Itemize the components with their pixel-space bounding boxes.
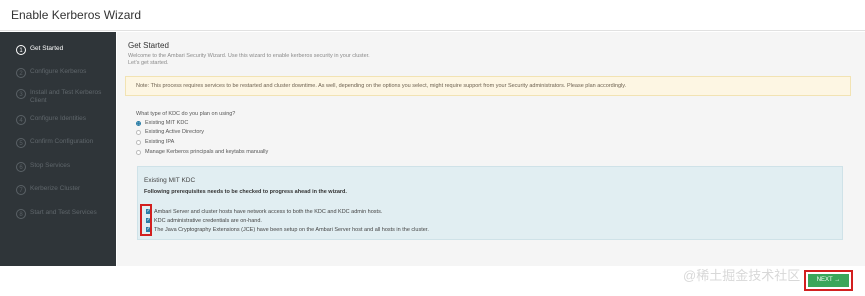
radio-existing-active-directory[interactable]: Existing Active Directory (136, 128, 204, 136)
radio-button[interactable] (136, 149, 141, 155)
step-number: 8 (16, 209, 26, 219)
panel-subtitle: Following prerequisites needs to be chec… (144, 189, 347, 195)
next-button[interactable]: NEXT → (804, 270, 853, 291)
step-label: Install and Test Kerberos Client (30, 89, 102, 104)
watermark-text: @稀土掘金技术社区 (683, 268, 801, 283)
intro-line: Welcome to the Ambari Security Wizard. U… (128, 53, 370, 59)
checkbox-highlight-annotation (140, 204, 152, 236)
wizard-steps-sidebar: 1 Get Started 2 Configure Kerberos 3 Ins… (0, 32, 116, 266)
radio-button[interactable] (136, 139, 141, 145)
step-number: 2 (16, 68, 26, 78)
step-number: 7 (16, 185, 26, 195)
intro-line: Let's get started. (128, 60, 169, 66)
step-number: 1 (16, 45, 26, 55)
step-label: Configure Identities (30, 115, 87, 122)
step-label: Stop Services (30, 162, 71, 169)
radio-label[interactable]: Existing Active Directory (145, 129, 204, 135)
intro-text: Welcome to the Ambari Security Wizard. U… (128, 53, 548, 67)
radio-label[interactable]: Manage Kerberos principals and keytabs m… (145, 149, 268, 155)
radio-button[interactable] (136, 129, 141, 135)
page-title: Get Started (128, 41, 169, 50)
radio-existing-mit-kdc[interactable]: Existing MIT KDC (136, 119, 188, 127)
step-kerberize-cluster[interactable]: 7 Kerberize Cluster (16, 185, 110, 199)
wizard-title: Enable Kerberos Wizard (11, 8, 142, 22)
next-button-label[interactable]: NEXT → (808, 274, 849, 287)
prereq-checkbox-jce[interactable]: ✓ The Java Cryptography Extensions (JCE)… (146, 226, 429, 233)
note-banner: Note: This process requires services to … (125, 76, 851, 96)
note-text: Note: This process requires services to … (136, 83, 627, 89)
step-configure-kerberos[interactable]: 2 Configure Kerberos (16, 68, 110, 82)
wizard-header: Enable Kerberos Wizard (0, 0, 865, 31)
step-start-test-services[interactable]: 8 Start and Test Services (16, 209, 110, 223)
step-number: 3 (16, 89, 26, 99)
checkbox-label: The Java Cryptography Extensions (JCE) h… (154, 226, 429, 233)
step-confirm-configuration[interactable]: 5 Confirm Configuration (16, 138, 110, 152)
step-number: 4 (16, 115, 26, 125)
checkbox-label: Ambari Server and cluster hosts have net… (154, 208, 383, 215)
radio-manage-manually[interactable]: Manage Kerberos principals and keytabs m… (136, 148, 268, 156)
step-get-started[interactable]: 1 Get Started (16, 45, 110, 59)
prerequisites-panel: Existing MIT KDC Following prerequisites… (137, 166, 843, 240)
prereq-checkbox-credentials[interactable]: ✓ KDC administrative credentials are on-… (146, 217, 262, 224)
step-label: Confirm Configuration (30, 138, 94, 145)
radio-existing-ipa[interactable]: Existing IPA (136, 138, 174, 146)
step-number: 5 (16, 138, 26, 148)
step-label: Get Started (30, 45, 64, 52)
prereq-checkbox-network[interactable]: ✓ Ambari Server and cluster hosts have n… (146, 208, 382, 215)
radio-button[interactable] (136, 120, 141, 126)
step-configure-identities[interactable]: 4 Configure Identities (16, 115, 110, 129)
radio-label[interactable]: Existing IPA (145, 139, 174, 145)
step-install-test-client[interactable]: 3 Install and Test Kerberos Client (16, 89, 110, 104)
panel-title: Existing MIT KDC (144, 177, 196, 184)
radio-label[interactable]: Existing MIT KDC (145, 120, 188, 126)
step-label: Start and Test Services (30, 209, 97, 216)
step-number: 6 (16, 162, 26, 172)
step-label: Kerberize Cluster (30, 185, 81, 192)
kdc-question: What type of KDC do you plan on using? (136, 111, 236, 117)
wizard-content: Get Started Welcome to the Ambari Securi… (117, 32, 865, 266)
checkbox-label: KDC administrative credentials are on-ha… (154, 217, 262, 224)
step-label: Configure Kerberos (30, 68, 87, 75)
step-stop-services[interactable]: 6 Stop Services (16, 162, 110, 176)
